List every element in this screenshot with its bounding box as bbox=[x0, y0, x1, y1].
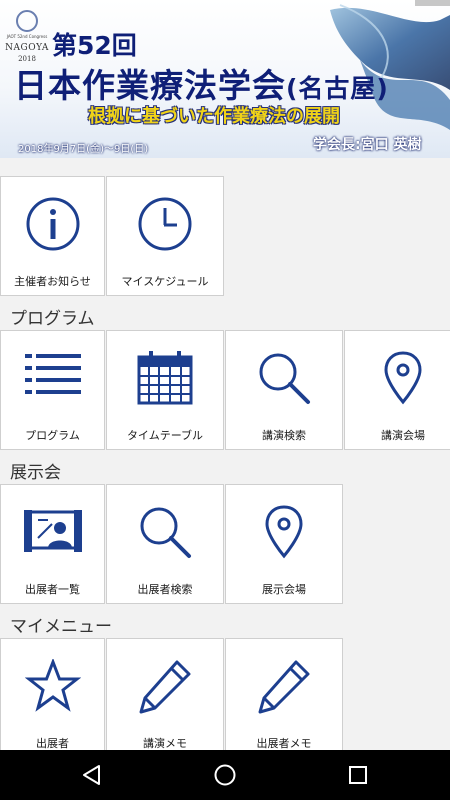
tile-organizer-news[interactable]: 主催者お知らせ bbox=[0, 176, 105, 296]
header-banner: JAOT 52nd Congress NAGOYA 2018 第52回 日本作業… bbox=[0, 0, 450, 158]
tile-exhibition-venue[interactable]: 展示会場 bbox=[225, 484, 343, 604]
list-icon bbox=[24, 354, 81, 394]
section-title-program: プログラム bbox=[10, 309, 95, 329]
map-pin-icon bbox=[384, 351, 422, 405]
tile-lecture-memo[interactable]: 講演メモ bbox=[106, 638, 224, 750]
logo-small-text: JAOT 52nd Congress bbox=[6, 34, 48, 39]
tile-exhibitor-list[interactable]: 出展者一覧 bbox=[0, 484, 105, 604]
section-title-exhibition: 展示会 bbox=[10, 463, 61, 483]
tile-exhibitor-search-label: 出展者検索 bbox=[137, 583, 193, 596]
tile-my-schedule-label: マイスケジュール bbox=[121, 275, 209, 288]
mymenu-row: 出展者 講演メモ 出展者メモ bbox=[0, 638, 344, 750]
tile-exhibitor-search[interactable]: 出展者検索 bbox=[106, 484, 224, 604]
map-pin-icon bbox=[265, 505, 303, 559]
tile-exhibitor-list-label: 出展者一覧 bbox=[25, 583, 80, 596]
exhibition-row: 出展者一覧 出展者検索 展示会場 bbox=[0, 484, 344, 604]
tile-lecture-venue-label: 講演会場 bbox=[381, 429, 425, 442]
congress-date: 2018年9月7日(金)～9日(日) bbox=[18, 144, 149, 155]
tile-program[interactable]: プログラム bbox=[0, 330, 105, 450]
congress-title-main: 日本作業療法学会 bbox=[14, 66, 286, 105]
star-icon bbox=[24, 659, 81, 712]
tile-exhibitor-favorites-label: 出展者 bbox=[36, 737, 69, 750]
congress-logo: JAOT 52nd Congress NAGOYA 2018 bbox=[4, 10, 49, 63]
tile-exhibitor-memo-label: 出展者メモ bbox=[256, 737, 312, 750]
nav-back-button[interactable] bbox=[62, 750, 122, 800]
logo-ring-icon bbox=[16, 10, 38, 32]
tile-exhibitor-favorites[interactable]: 出展者 bbox=[0, 638, 105, 750]
info-icon bbox=[26, 197, 79, 251]
congress-theme: 根拠に基づいた作業療法の展開 bbox=[88, 106, 340, 127]
calendar-icon bbox=[137, 351, 193, 405]
search-icon bbox=[140, 507, 191, 558]
congress-number: 第52回 bbox=[52, 31, 137, 60]
tile-organizer-news-label: 主催者お知らせ bbox=[14, 275, 91, 288]
nav-home-button[interactable] bbox=[195, 750, 255, 800]
nav-recents-button[interactable] bbox=[328, 750, 388, 800]
pencil-icon bbox=[139, 660, 191, 714]
program-row: プログラム タイムテーブル 講演検索 講演会場 bbox=[0, 330, 450, 450]
tile-lecture-memo-label: 講演メモ bbox=[143, 737, 187, 750]
tile-lecture-venue[interactable]: 講演会場 bbox=[344, 330, 450, 450]
pencil-icon bbox=[258, 660, 310, 714]
tile-program-label: プログラム bbox=[25, 429, 80, 442]
system-nav-bar bbox=[0, 750, 450, 800]
congress-title: 日本作業療法学会(名古屋) bbox=[14, 59, 389, 107]
recents-square-icon bbox=[349, 766, 367, 784]
tile-lecture-search[interactable]: 講演検索 bbox=[225, 330, 343, 450]
congress-title-location: (名古屋) bbox=[286, 74, 389, 103]
logo-city: NAGOYA bbox=[5, 43, 49, 53]
congress-chair: 学会長:宮口 英樹 bbox=[313, 137, 422, 153]
tile-timetable-label: タイムテーブル bbox=[126, 429, 204, 442]
tile-lecture-search-label: 講演検索 bbox=[262, 429, 306, 442]
back-triangle-icon bbox=[83, 765, 100, 785]
tile-my-schedule[interactable]: マイスケジュール bbox=[106, 176, 224, 296]
tile-timetable[interactable]: タイムテーブル bbox=[106, 330, 224, 450]
section-title-mymenu: マイメニュー bbox=[10, 617, 112, 637]
clock-icon bbox=[138, 197, 192, 251]
presentation-icon bbox=[23, 510, 82, 552]
search-icon bbox=[259, 353, 310, 404]
top-menu-row: 主催者お知らせ マイスケジュール bbox=[0, 176, 225, 296]
tile-exhibition-venue-label: 展示会場 bbox=[262, 583, 306, 596]
tile-exhibitor-memo[interactable]: 出展者メモ bbox=[225, 638, 343, 750]
home-circle-icon bbox=[214, 764, 236, 786]
